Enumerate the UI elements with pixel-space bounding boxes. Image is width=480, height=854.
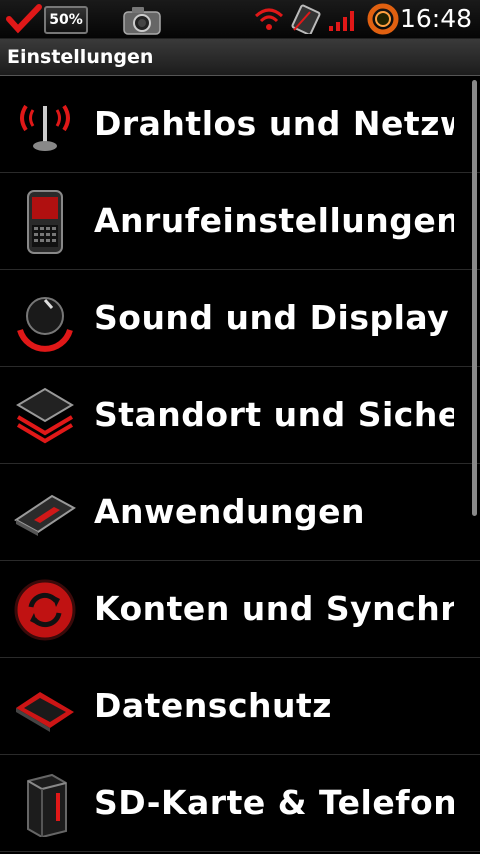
settings-item-label: Drahtlos und Netzwe [94,104,454,143]
tablet-icon [16,692,74,732]
scrollbar[interactable] [472,80,477,516]
ring-icon [367,3,399,35]
settings-item-accounts-sync[interactable]: Konten und Synchro [0,561,480,658]
settings-item-sound-display[interactable]: Sound und Display [0,270,480,367]
sd-card-icon [27,773,67,837]
settings-item-location-security[interactable]: Standort und Sicherh [0,367,480,464]
settings-list: Drahtlos und Netzwe Anrufeinstellungen S… [0,76,480,852]
camera-icon [123,7,161,35]
settings-item-label: SD-Karte & Telefons [94,783,454,822]
status-bar: 50% 16:48 [0,0,480,39]
sync-icon [14,579,76,641]
settings-item-privacy[interactable]: Datenschutz [0,658,480,755]
settings-item-sd-card-storage[interactable]: SD-Karte & Telefons [0,755,480,852]
settings-item-label: Datenschutz [94,686,332,725]
settings-item-calls[interactable]: Anrufeinstellungen [0,173,480,270]
settings-item-label: Anwendungen [94,492,365,531]
speaker-knob-icon [17,297,73,352]
clock: 16:48 [399,4,472,33]
signal-icon [329,11,354,31]
check-icon [6,4,42,34]
title-bar: Einstellungen [0,39,480,76]
layers-icon [16,387,74,444]
card-icon [14,494,76,536]
battery-indicator: 50% [44,6,88,34]
settings-item-label: Anrufeinstellungen [94,201,454,240]
settings-item-applications[interactable]: Anwendungen [0,464,480,561]
settings-item-label: Standort und Sicherh [94,395,454,434]
antenna-icon [20,104,70,151]
settings-item-wireless[interactable]: Drahtlos und Netzwe [0,76,480,173]
phone-icon [27,190,63,254]
settings-item-label: Sound und Display [94,298,450,337]
settings-item-label: Konten und Synchro [94,589,454,628]
sim-icon [291,4,321,34]
wifi-icon [254,8,284,30]
page-title: Einstellungen [7,46,154,68]
